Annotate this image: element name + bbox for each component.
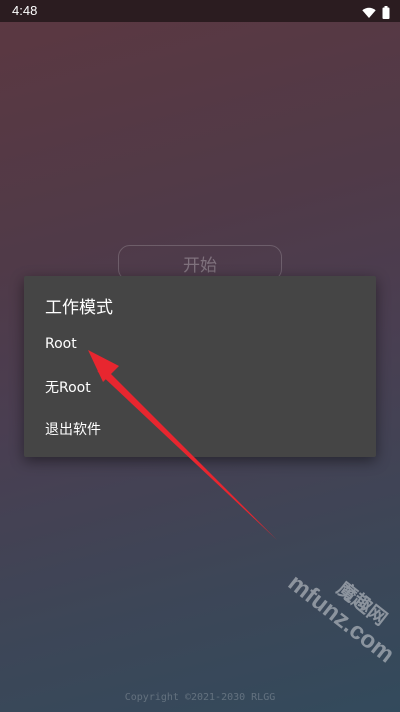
work-mode-dialog: 工作模式 Root 无Root 退出软件 xyxy=(24,276,376,457)
status-time: 4:48 xyxy=(12,3,38,18)
copyright-text: Copyright ©2021-2030 RLGG xyxy=(124,692,276,703)
dialog-title: 工作模式 xyxy=(45,298,113,318)
option-exit-app[interactable]: 退出软件 xyxy=(24,409,376,449)
watermark: 魔趣网 mfunz.com xyxy=(254,549,400,702)
wifi-icon xyxy=(362,4,376,23)
option-root-label: Root xyxy=(45,336,77,352)
option-exit-app-label: 退出软件 xyxy=(45,422,101,438)
battery-icon xyxy=(382,4,390,23)
option-no-root-label: 无Root xyxy=(45,380,91,396)
option-root[interactable]: Root xyxy=(24,324,376,364)
status-bar: 4:48 xyxy=(0,0,400,22)
option-no-root[interactable]: 无Root xyxy=(24,367,376,407)
status-icons xyxy=(362,4,390,23)
